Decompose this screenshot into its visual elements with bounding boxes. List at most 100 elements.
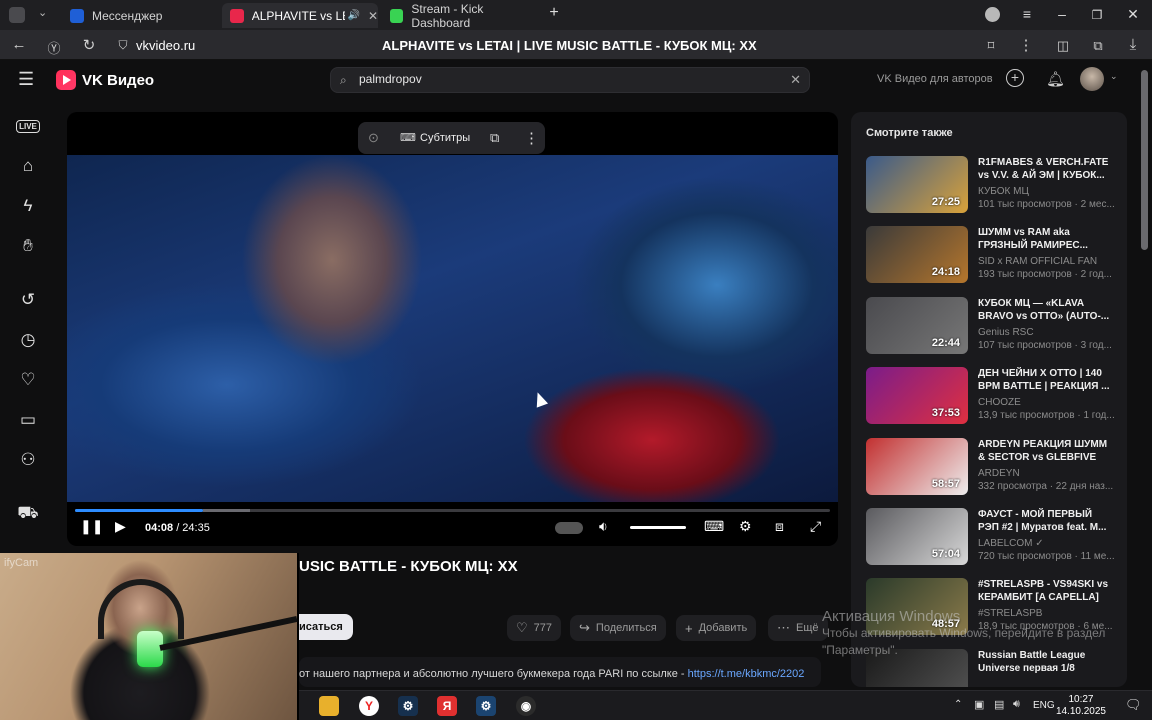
chevron-down-icon[interactable]: ⌄ xyxy=(38,6,47,19)
progress-bar[interactable] xyxy=(75,509,830,512)
bookmark-icon[interactable]: ⌑ xyxy=(982,38,1000,54)
authors-link[interactable]: VK Видео для авторов xyxy=(877,73,993,85)
cart-icon[interactable]: ⛟ xyxy=(14,500,42,528)
volume-icon[interactable]: 🔉︎ xyxy=(599,518,608,535)
close-window-icon[interactable]: ✕ xyxy=(1123,6,1143,23)
extensions-icon[interactable]: ⧉ xyxy=(1089,38,1107,54)
cast-icon[interactable]: ⧈ xyxy=(775,518,784,535)
search-bar[interactable]: ⌕ ✕ xyxy=(330,67,810,93)
subtitles-button[interactable]: Субтитры xyxy=(420,132,470,144)
pip-icon[interactable]: ⧉ xyxy=(490,130,499,146)
live-icon[interactable]: LIVE xyxy=(14,112,42,140)
related-title[interactable]: ШУММ vs RAM aka ГРЯЗНЫЙ РАМИРЕС... xyxy=(978,226,1114,252)
search-input[interactable] xyxy=(359,72,779,86)
maximize-icon[interactable]: ❐ xyxy=(1087,8,1107,22)
minimize-icon[interactable]: – xyxy=(1052,6,1072,22)
steam-icon[interactable]: ⚙ xyxy=(476,696,496,716)
tv-icon[interactable]: ▭ xyxy=(14,406,42,434)
related-title[interactable]: ФАУСТ - МОЙ ПЕРВЫЙ РЭП #2 | Муратов feat… xyxy=(978,508,1114,534)
share-button[interactable]: ↪ Поделиться xyxy=(570,615,666,641)
network-icon[interactable]: ▤ xyxy=(994,698,1004,711)
like-button[interactable]: ♡ 777 xyxy=(507,615,562,641)
video-description[interactable]: от нашего партнера и абсолютно лучшего б… xyxy=(299,657,821,687)
related-title[interactable]: R1FMABES & VERCH.FATE vs V.V. & АЙ ЭМ | … xyxy=(978,156,1114,182)
more-vertical-icon[interactable]: ⋮ xyxy=(1017,36,1035,54)
fullscreen-icon[interactable]: ⤢ xyxy=(810,518,821,535)
volume-icon[interactable]: 🔊︎ xyxy=(1013,698,1020,711)
notifications-icon[interactable]: 🗨︎ xyxy=(1125,697,1142,713)
volume-slider[interactable] xyxy=(630,526,686,529)
related-channel[interactable]: ARDEYN xyxy=(978,468,1020,479)
more-button[interactable]: ⋯ Ещё xyxy=(768,615,828,641)
related-video-item[interactable]: 37:53 ДЕН ЧЕЙНИ X ОТТО | 140 BPM BATTLE |… xyxy=(866,367,1124,429)
url-field[interactable]: vkvideo.ru xyxy=(136,38,195,53)
related-channel[interactable]: CHOOZE xyxy=(978,397,1021,408)
related-title[interactable]: ARDEYN РЕАКЦИЯ ШУММ & SECTOR vs GLEBFIVE… xyxy=(978,438,1114,464)
subscriptions-icon[interactable]: ⚇ xyxy=(14,446,42,474)
yandex-icon[interactable]: Ⓨ xyxy=(45,38,63,57)
hamburger-icon[interactable]: ☰ xyxy=(18,69,34,90)
profile-icon[interactable] xyxy=(985,7,1000,22)
pause-icon[interactable]: ❚❚ xyxy=(80,518,103,535)
video-frame[interactable] xyxy=(67,155,838,502)
video-thumbnail[interactable]: 37:53 xyxy=(866,367,968,425)
add-button[interactable]: + Добавить xyxy=(676,615,757,641)
related-video-item[interactable]: 57:04 ФАУСТ - МОЙ ПЕРВЫЙ РЭП #2 | Муратов… xyxy=(866,508,1124,570)
close-tab-icon[interactable]: ✕ xyxy=(368,9,378,23)
yandex-icon[interactable]: Я xyxy=(437,696,457,716)
reload-icon[interactable]: ↻ xyxy=(80,36,98,54)
upload-icon[interactable]: + xyxy=(1006,69,1024,87)
tab-alphavite[interactable]: ALPHAVITE vs LETA 🔊 ✕ xyxy=(222,3,378,28)
related-title[interactable]: #STRELASPB - VS94SKI vs КЕРАМБИТ [A CAPE… xyxy=(978,578,1114,604)
description-link[interactable]: https://t.me/kbkmc/2202 xyxy=(688,668,805,680)
settings-icon[interactable]: ⚙ xyxy=(739,518,752,535)
video-player[interactable]: ⊙ ⌨ Субтитры ⧉ ⋮ ❚❚ ▶︎ 04:08 / 24:35 🔉︎ … xyxy=(67,112,838,546)
more-vertical-icon[interactable]: ⋮ xyxy=(524,129,539,147)
related-video-item[interactable]: 24:18 ШУММ vs RAM aka ГРЯЗНЫЙ РАМИРЕС... S… xyxy=(866,226,1124,288)
screenshot-icon[interactable]: ◫ xyxy=(1054,38,1072,54)
subscribe-button[interactable]: исаться xyxy=(291,614,353,640)
file-explorer-icon[interactable] xyxy=(319,696,339,716)
captions-icon[interactable]: ⌨ xyxy=(704,518,724,535)
obs-icon[interactable]: ◉ xyxy=(516,696,536,716)
clear-search-icon[interactable]: ✕ xyxy=(790,72,801,88)
avatar[interactable] xyxy=(1080,67,1104,91)
related-title[interactable]: ДЕН ЧЕЙНИ X ОТТО | 140 BPM BATTLE | РЕАК… xyxy=(978,367,1114,393)
home-icon[interactable]: ⌂ xyxy=(14,152,42,180)
tab-kick-dashboard[interactable]: Stream - Kick Dashboard xyxy=(382,2,540,30)
system-clock[interactable]: 10:27 14.10.2025 xyxy=(1056,694,1106,718)
related-channel[interactable]: LABELCOM ✓ xyxy=(978,538,1044,549)
speaker-icon[interactable]: 🔊 xyxy=(347,10,359,21)
video-thumbnail[interactable]: 27:25 xyxy=(866,156,968,213)
video-thumbnail[interactable]: 22:44 xyxy=(866,296,968,354)
related-video-item[interactable]: 22:44 КУБОК МЦ — «KLAVA BRAVO vs OTTO» (A… xyxy=(866,296,1124,359)
related-channel[interactable]: SID x RAM OFFICIAL FAN xyxy=(978,256,1097,267)
subtitles-icon[interactable]: ⌨ xyxy=(400,131,416,144)
video-thumbnail[interactable]: 24:18 xyxy=(866,226,968,284)
related-video-item[interactable]: 58:57 ARDEYN РЕАКЦИЯ ШУММ & SECTOR vs GLE… xyxy=(866,437,1124,500)
heart-icon[interactable]: ♡ xyxy=(14,366,42,394)
yandex-browser-icon[interactable]: Y xyxy=(359,696,379,716)
bell-icon[interactable]: 🔔︎ xyxy=(1046,70,1065,88)
shorts-icon[interactable]: ϟ xyxy=(14,192,42,220)
new-tab-icon[interactable]: + xyxy=(544,4,564,22)
download-icon[interactable]: ⤓ xyxy=(1124,36,1142,53)
browser-menu-icon[interactable] xyxy=(9,7,25,23)
related-channel[interactable]: КУБОК МЦ xyxy=(978,186,1029,197)
history-icon[interactable]: ↺ xyxy=(14,286,42,314)
steam-icon[interactable]: ⚙ xyxy=(398,696,418,716)
video-thumbnail[interactable]: 57:04 xyxy=(866,508,968,565)
autoplay-toggle[interactable] xyxy=(555,522,583,534)
menu-icon[interactable]: ≡ xyxy=(1017,6,1037,22)
related-video-item[interactable]: 27:25 R1FMABES & VERCH.FATE vs V.V. & АЙ … xyxy=(866,156,1124,218)
related-channel[interactable]: Genius RSC xyxy=(978,327,1034,338)
clock-icon[interactable]: ◷ xyxy=(14,326,42,354)
tab-messenger[interactable]: Мессенджер xyxy=(62,3,222,28)
back-icon[interactable]: ← xyxy=(10,36,28,53)
chevron-down-icon[interactable]: ⌄ xyxy=(1110,71,1118,82)
ai-icon[interactable]: ⊙ xyxy=(368,130,379,146)
page-scrollbar[interactable] xyxy=(1141,70,1148,250)
next-icon[interactable]: ▶︎ xyxy=(115,518,126,535)
vk-video-logo[interactable]: VK Видео xyxy=(56,70,154,90)
video-thumbnail[interactable]: 58:57 xyxy=(866,437,968,495)
